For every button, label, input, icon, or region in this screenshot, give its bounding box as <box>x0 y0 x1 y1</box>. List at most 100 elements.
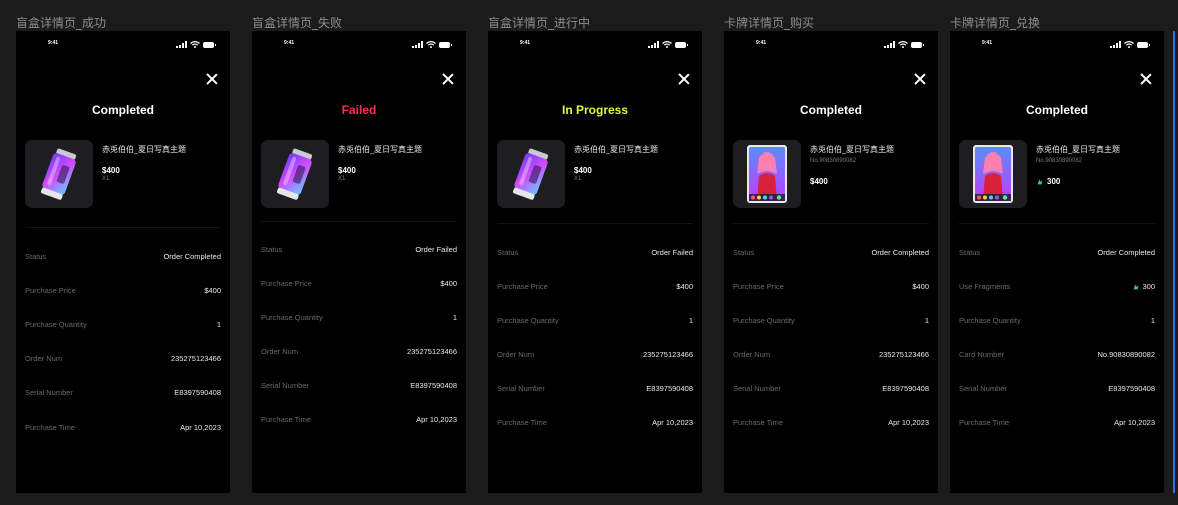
detail-key: Serial Number <box>959 384 1007 393</box>
detail-key: Purchase Quantity <box>733 316 795 325</box>
battery-icon <box>439 42 452 48</box>
detail-key: Order Num <box>497 350 535 359</box>
product-name: 赤兎伯伯_夏日写真主题 <box>810 145 894 154</box>
wifi-icon <box>898 41 908 48</box>
detail-value-text: 1 <box>452 313 457 322</box>
detail-key: Purchase Price <box>497 282 548 291</box>
product-number: No.90830890082 <box>1036 158 1083 164</box>
product-quantity: X1 <box>574 176 582 182</box>
detail-value-text: $400 <box>204 286 221 295</box>
detail-value: 235275123466 <box>879 350 929 359</box>
product-number: No.90830890082 <box>810 158 857 164</box>
close-icon[interactable] <box>678 73 690 85</box>
product-name: 赤兎伯伯_夏日写真主题 <box>574 145 658 154</box>
detail-value-text: 1 <box>924 316 929 325</box>
detail-key: Status <box>497 248 519 257</box>
product-price-value: $400 <box>574 166 592 175</box>
detail-key: Purchase Price <box>25 286 76 295</box>
detail-row: Purchase Price $400 <box>733 282 929 291</box>
close-icon[interactable] <box>1140 73 1152 85</box>
signal-icon <box>412 41 423 48</box>
product-price-value: 300 <box>1047 177 1061 186</box>
detail-row: Purchase Time Apr 10,2023 <box>959 418 1155 427</box>
status-time: 9:41 <box>982 40 993 46</box>
status-bar: 9:41 <box>488 39 702 51</box>
product-name: 赤兎伯伯_夏日写真主题 <box>338 145 422 154</box>
detail-row: Status Order Completed <box>25 252 221 261</box>
detail-row: Status Order Completed <box>733 248 929 257</box>
detail-value: E8397590408 <box>410 381 457 390</box>
detail-key: Purchase Price <box>733 282 784 291</box>
detail-key: Purchase Time <box>25 423 76 432</box>
detail-key: Use Fragments <box>959 282 1011 291</box>
blind-box-can-image <box>277 148 313 200</box>
detail-value-text: E8397590408 <box>1108 384 1155 393</box>
detail-value: 1 <box>689 316 693 325</box>
detail-key: Status <box>261 245 283 254</box>
divider <box>959 223 1155 224</box>
detail-value-text: 1 <box>1150 316 1155 325</box>
status-time: 9:41 <box>520 40 531 46</box>
detail-row: Order Num 235275123466 <box>733 350 929 359</box>
detail-key: Purchase Time <box>497 418 548 427</box>
detail-key: Order Num <box>261 347 299 356</box>
page-title: In Progress <box>561 103 629 117</box>
status-bar: 9:41 <box>252 39 466 51</box>
product-name: 赤兎伯伯_夏日写真主题 <box>102 145 186 154</box>
detail-value: 235275123466 <box>407 347 457 356</box>
detail-value-text: 235275123466 <box>878 350 929 359</box>
frame-label: 盲盒详情页_失败 <box>252 16 343 30</box>
detail-row: Purchase Price $400 <box>25 286 221 295</box>
detail-row: Order Num 235275123466 <box>25 354 221 363</box>
detail-value: $400 <box>912 282 929 291</box>
product-price: $400 <box>338 166 457 175</box>
close-icon[interactable] <box>206 73 218 85</box>
detail-row: Purchase Price $400 <box>261 279 457 288</box>
detail-key: Status <box>959 248 981 257</box>
product-price-value: $400 <box>810 177 828 186</box>
close-icon[interactable] <box>914 73 926 85</box>
character-card-image <box>747 145 787 203</box>
signal-icon <box>884 41 895 48</box>
divider <box>25 227 221 228</box>
detail-value-text: 1 <box>688 316 693 325</box>
detail-value-text: E8397590408 <box>882 384 929 393</box>
phone-screen: 9:41 Completed <box>950 31 1164 493</box>
product-card: 赤兎伯伯_夏日写真主题 $400 X1 <box>497 140 693 210</box>
detail-value: $400 <box>440 279 457 288</box>
detail-key: Status <box>733 248 755 257</box>
detail-key: Purchase Quantity <box>959 316 1021 325</box>
frame-label: 盲盒详情页_进行中 <box>488 16 591 30</box>
detail-value-text: Apr 10,2023 <box>416 415 457 424</box>
product-quantity: X1 <box>338 176 346 182</box>
detail-value-text: E8397590408 <box>174 388 221 397</box>
product-thumbnail <box>261 140 329 208</box>
battery-icon <box>911 42 924 48</box>
detail-value-text: 300 <box>1142 282 1155 291</box>
frame-label: 卡牌详情页_购买 <box>724 16 815 30</box>
detail-key: Purchase Time <box>733 418 784 427</box>
detail-row: Serial Number E8397590408 <box>733 384 929 393</box>
close-icon[interactable] <box>442 73 454 85</box>
detail-value: 1 <box>217 320 221 329</box>
detail-value-text: $400 <box>440 279 457 288</box>
product-thumbnail <box>733 140 801 208</box>
signal-icon <box>648 41 659 48</box>
detail-value: $400 <box>204 286 221 295</box>
signal-icon <box>176 41 187 48</box>
detail-value: 300 <box>1132 282 1155 291</box>
detail-value-text: 235275123466 <box>642 350 693 359</box>
detail-value: Apr 10,2023 <box>652 418 693 427</box>
blind-box-can-image <box>41 148 77 200</box>
wifi-icon <box>1124 41 1134 48</box>
detail-value-text: Order Completed <box>871 248 929 257</box>
detail-key: Serial Number <box>733 384 781 393</box>
detail-row: Serial Number E8397590408 <box>959 384 1155 393</box>
detail-value: Apr 10,2023 <box>1114 418 1155 427</box>
page-title: Completed <box>799 103 862 117</box>
detail-key: Serial Number <box>261 381 309 390</box>
detail-key: Purchase Time <box>959 418 1010 427</box>
status-time: 9:41 <box>284 40 295 46</box>
detail-value: E8397590408 <box>646 384 693 393</box>
signal-icon <box>1110 41 1121 48</box>
